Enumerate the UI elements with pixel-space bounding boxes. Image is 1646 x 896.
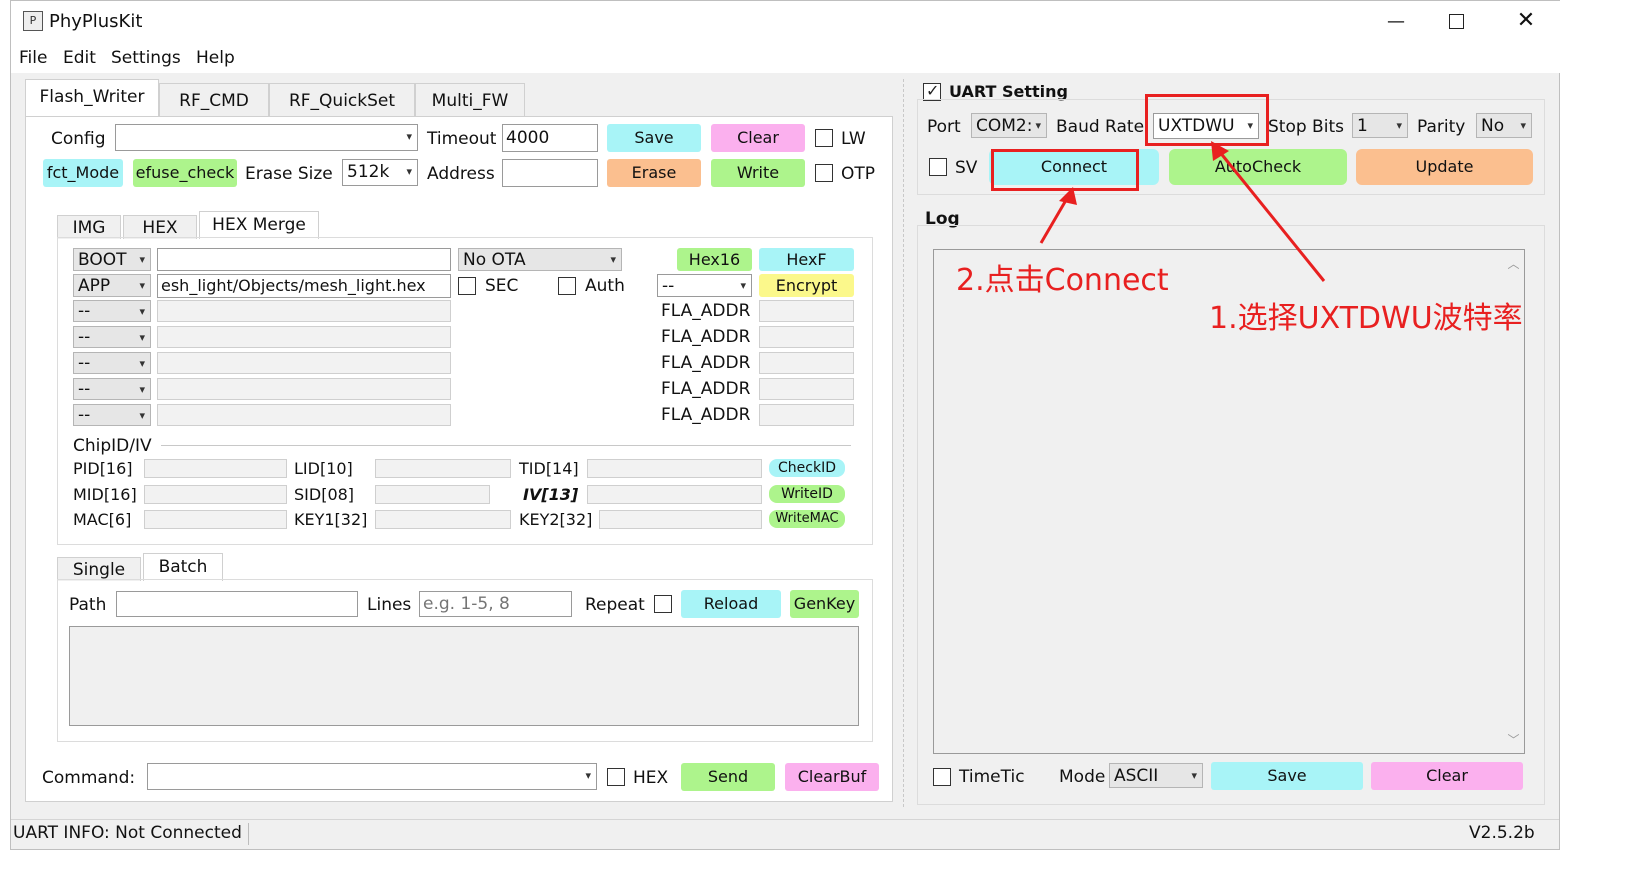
arrow-to-baud: [1217, 150, 1326, 282]
annotation-step2: 2.点击Connect: [956, 263, 1169, 298]
background-edge-left: [0, 0, 10, 896]
annotation-arrows: [1039, 141, 1326, 282]
annotation-step1: 1.选择UXTDWU波特率: [1209, 301, 1523, 336]
arrow-head-connect: [1059, 187, 1077, 205]
background-edge-right: [1560, 0, 1646, 896]
app-window: P PhyPlusKit — ✕ File Edit Settings Help…: [10, 0, 1561, 850]
